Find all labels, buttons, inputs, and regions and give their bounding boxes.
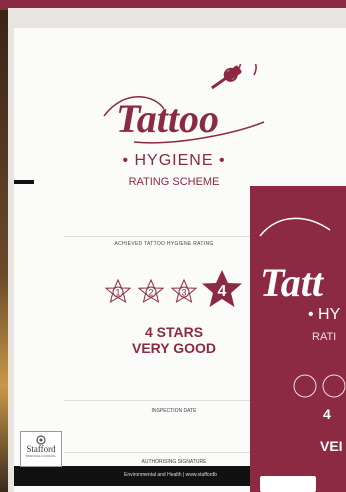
tattoo-logo: Tattoo [103, 64, 265, 144]
star-4-achieved: 4 [202, 270, 242, 307]
logo-wordmark: Tatt [260, 260, 325, 305]
logo-wordmark: Tattoo [116, 96, 219, 141]
divider [64, 400, 264, 401]
hygiene-heading: • HYGIENE • [122, 152, 226, 169]
tattoo-logo-inverse: Tatt [259, 217, 331, 305]
rating-description: VEI [320, 438, 343, 454]
star-number: 2 [148, 288, 153, 298]
star-number: 1 [115, 288, 120, 298]
tattoo-machine-icon [210, 64, 257, 90]
council-name: Stafford [26, 444, 56, 454]
stafford-crest-icon [36, 435, 46, 445]
achieved-rating-label: ACHIEVED TATTOO HYGIENE RATING [114, 241, 214, 247]
star-3: 3 [170, 278, 198, 304]
star-2: 2 [137, 278, 165, 304]
scheme-heading: RATI [312, 331, 337, 343]
rating-result: 4 STARS VERY GOOD [94, 324, 254, 356]
council-subtitle: BOROUGH COUNCIL [26, 454, 56, 458]
star-1: 1 [104, 278, 132, 304]
rating-description: VERY GOOD [131, 340, 217, 356]
star-number: 3 [181, 288, 186, 298]
certificate-footer: Environmental and Health | www.staffordb [14, 466, 264, 486]
stafford-council-logo: Stafford BOROUGH COUNCIL [20, 431, 62, 467]
star-rating-inverse [293, 374, 346, 398]
rating-stars-text: 4 STARS [144, 324, 204, 340]
rating-stars-text: 4 [323, 406, 331, 422]
inspection-date-label: INSPECTION DATE [151, 408, 197, 414]
authorising-signature-label: AUTHORISING SIGNATURE [141, 459, 207, 465]
hygiene-heading: • HY [308, 306, 341, 323]
star-rating: 1 2 3 4 [104, 270, 242, 307]
divider [64, 236, 264, 237]
rating-certificate-back: Tatt • HY RATI 4 VEI [250, 186, 346, 492]
star-number: 4 [218, 283, 227, 300]
footer-text: Environmental and Health | www.staffordb [124, 472, 217, 478]
council-logo-inverse [260, 476, 316, 492]
divider [64, 452, 264, 453]
